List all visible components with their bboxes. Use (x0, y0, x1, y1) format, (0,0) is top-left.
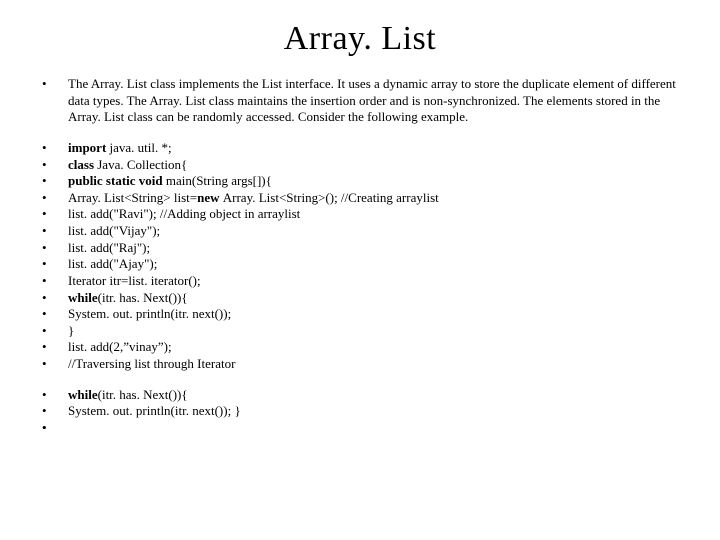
code-line: list. add("Ravi"); //Adding object in ar… (40, 206, 680, 223)
code-line: Array. List<String> list=new Array. List… (40, 190, 680, 207)
slide: Array. List The Array. List class implem… (0, 0, 720, 540)
code-block-1: import java. util. *; class Java. Collec… (40, 140, 680, 373)
code-line: list. add(2,”vinay”); (40, 339, 680, 356)
desc-text: The Array. List class implements the Lis… (68, 76, 676, 124)
code-line: //Traversing list through Iterator (40, 356, 680, 373)
code-line: public static void main(String args[]){ (40, 173, 680, 190)
code-line: list. add("Raj"); (40, 240, 680, 257)
code-line: while(itr. has. Next()){ (40, 387, 680, 404)
desc-bullet: The Array. List class implements the Lis… (40, 76, 680, 126)
code-line: while(itr. has. Next()){ (40, 290, 680, 307)
code-line: list. add("Vijay"); (40, 223, 680, 240)
code-line: Iterator itr=list. iterator(); (40, 273, 680, 290)
code-line: list. add("Ajay"); (40, 256, 680, 273)
code-line: import java. util. *; (40, 140, 680, 157)
code-line: class Java. Collection{ (40, 157, 680, 174)
bullet-list: The Array. List class implements the Lis… (40, 76, 680, 126)
slide-title: Array. List (40, 20, 680, 58)
code-line: System. out. println(itr. next()); (40, 306, 680, 323)
code-line: } (40, 323, 680, 340)
code-block-2: while(itr. has. Next()){ System. out. pr… (40, 387, 680, 420)
code-line: System. out. println(itr. next()); } (40, 403, 680, 420)
